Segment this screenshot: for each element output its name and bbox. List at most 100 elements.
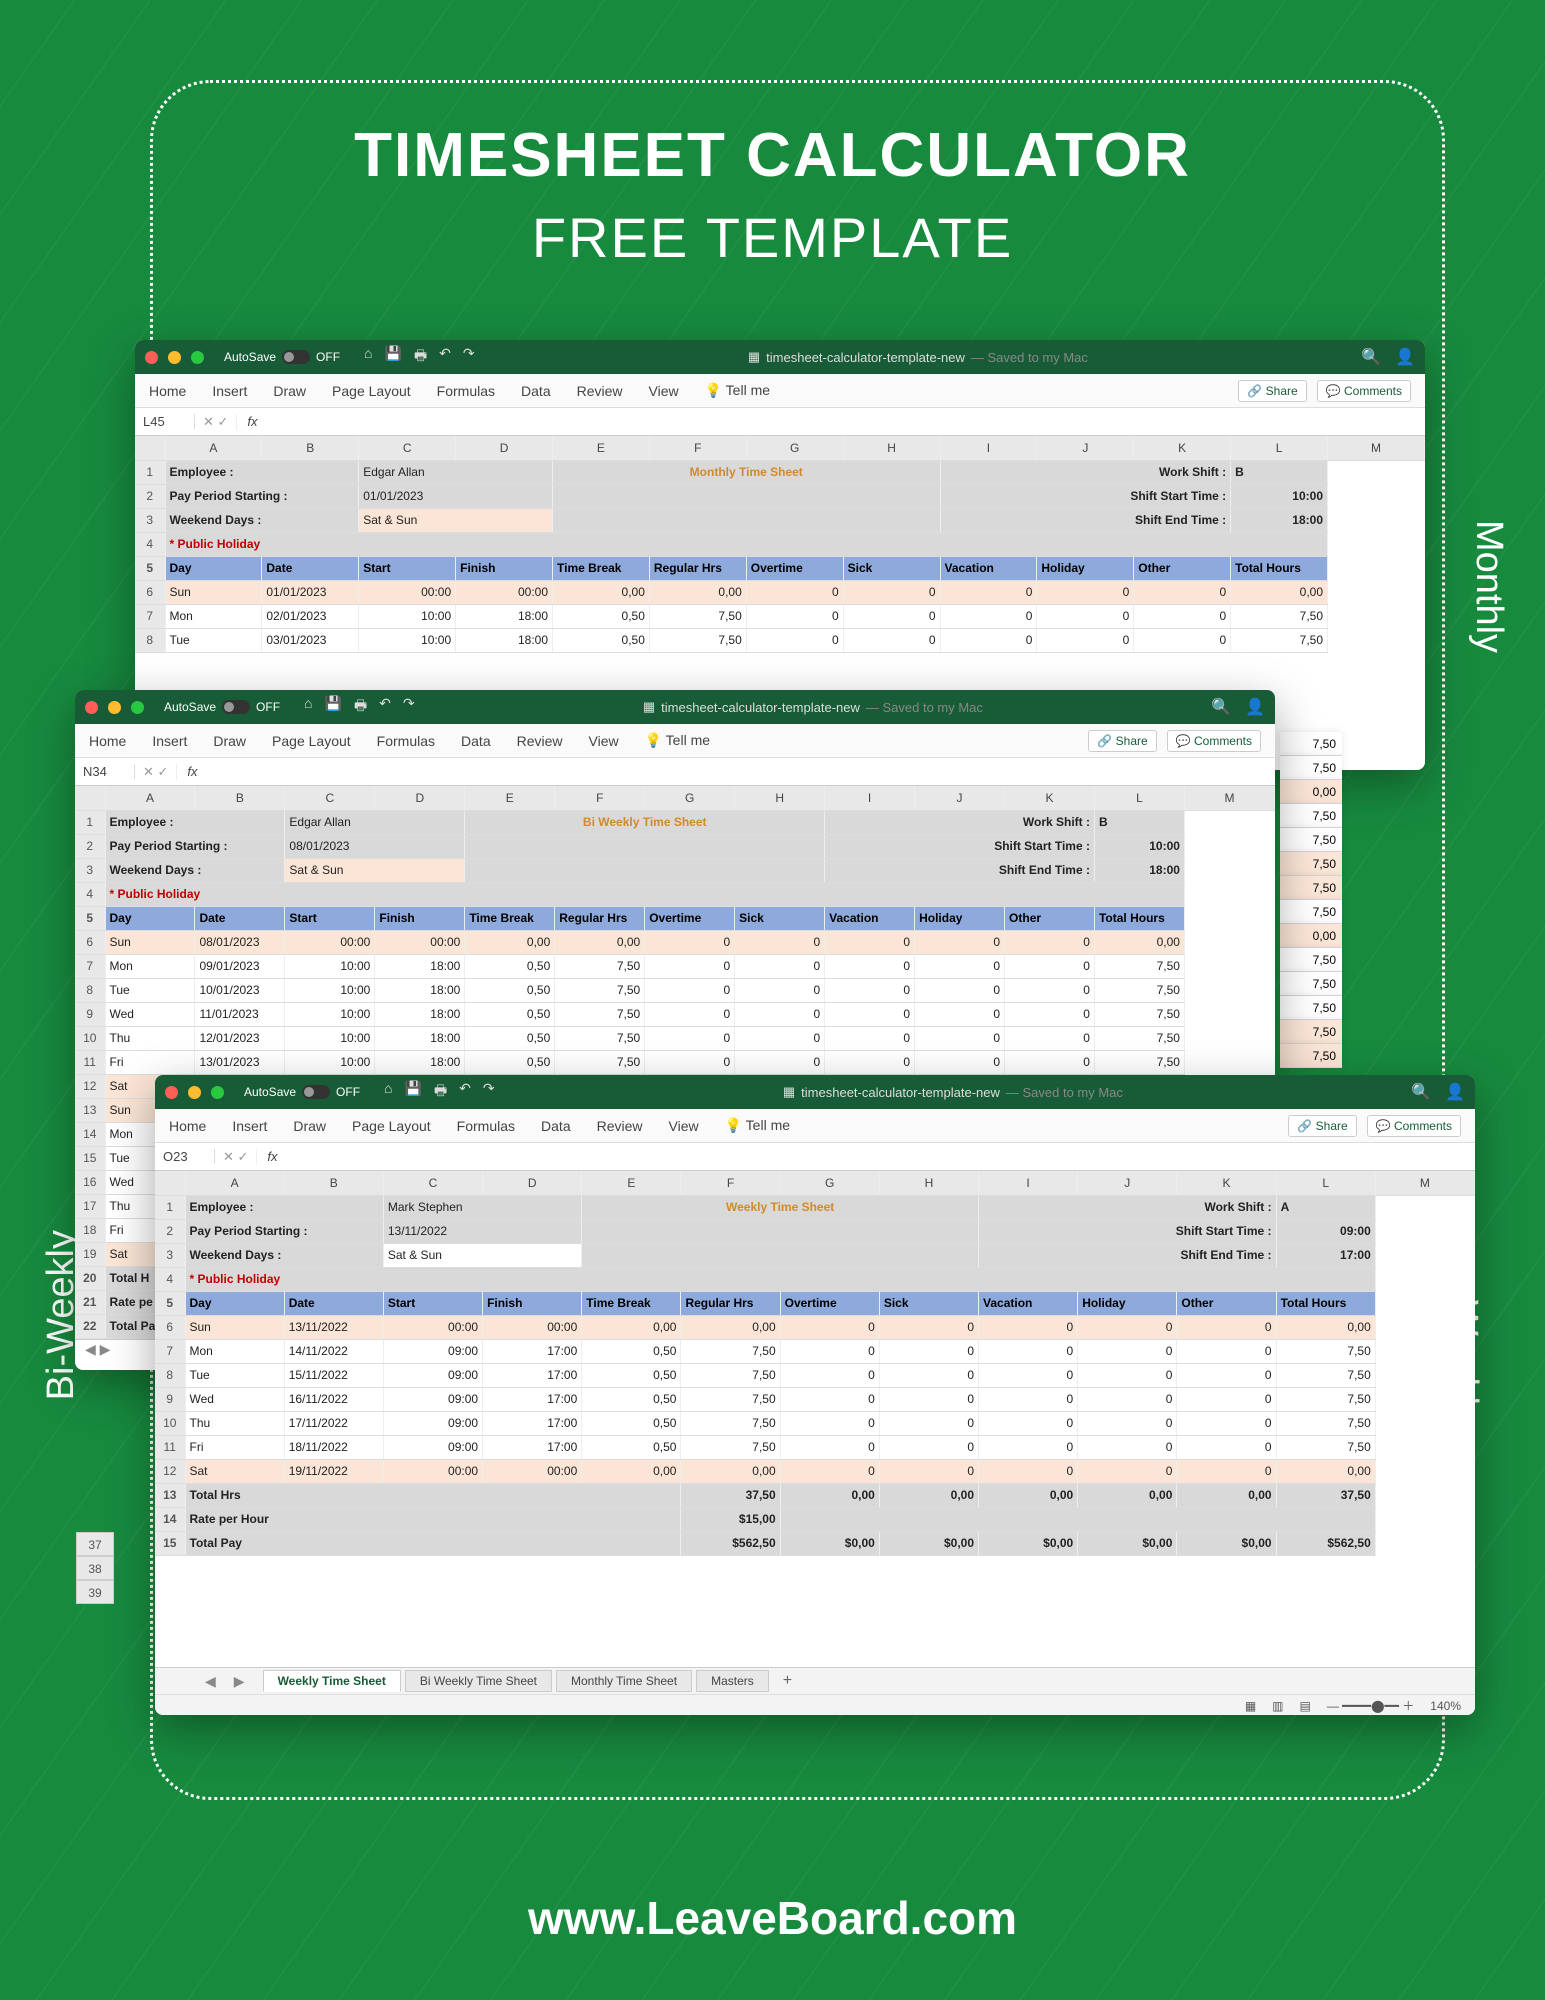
close-icon[interactable] bbox=[145, 351, 158, 364]
view-break-icon[interactable]: ▤ bbox=[1300, 1699, 1311, 1713]
column-header[interactable]: L bbox=[1276, 1171, 1375, 1195]
column-header[interactable]: J bbox=[915, 786, 1005, 810]
column-header[interactable]: K bbox=[1177, 1171, 1276, 1195]
table-row[interactable]: 6Sun08/01/202300:0000:000,000,00000000,0… bbox=[75, 930, 1275, 954]
table-row[interactable]: 7Mon02/01/202310:0018:000,507,50000007,5… bbox=[135, 604, 1425, 628]
undo-icon[interactable]: ↶ bbox=[379, 695, 391, 719]
user-icon[interactable]: 👤 bbox=[1445, 1082, 1465, 1102]
user-icon[interactable]: 👤 bbox=[1395, 347, 1415, 367]
column-header[interactable]: J bbox=[1078, 1171, 1177, 1195]
table-row[interactable]: 6Sun13/11/202200:0000:000,000,00000000,0… bbox=[155, 1315, 1475, 1339]
column-header[interactable]: A bbox=[165, 436, 262, 460]
column-header[interactable]: G bbox=[645, 786, 735, 810]
ribbon-tab-view[interactable]: View bbox=[589, 733, 619, 749]
print-icon[interactable]: 🖶 bbox=[354, 695, 367, 719]
sheet-tab-monthly-time-sheet[interactable]: Monthly Time Sheet bbox=[556, 1670, 692, 1692]
comments-button[interactable]: 💬 Comments bbox=[1167, 730, 1261, 752]
home-icon[interactable]: ⌂ bbox=[364, 345, 372, 369]
row-gutter[interactable]: 38 bbox=[76, 1556, 114, 1580]
column-header[interactable]: A bbox=[185, 1171, 284, 1195]
table-row[interactable]: 10Thu17/11/202209:0017:000,507,50000007,… bbox=[155, 1411, 1475, 1435]
add-sheet-button[interactable]: + bbox=[773, 1672, 802, 1690]
view-layout-icon[interactable]: ▥ bbox=[1272, 1699, 1283, 1713]
column-header[interactable]: B bbox=[262, 436, 359, 460]
cell-total[interactable]: 7,50 bbox=[1280, 1020, 1342, 1044]
column-header[interactable]: H bbox=[843, 436, 940, 460]
name-box[interactable]: N34 bbox=[75, 764, 135, 779]
ribbon-tab-formulas[interactable]: Formulas bbox=[377, 733, 435, 749]
ribbon-tab-formulas[interactable]: Formulas bbox=[437, 383, 495, 399]
sheet-tab-weekly-time-sheet[interactable]: Weekly Time Sheet bbox=[263, 1670, 401, 1692]
table-row[interactable]: 12Sat19/11/202200:0000:000,000,00000000,… bbox=[155, 1459, 1475, 1483]
cell-total[interactable]: 7,50 bbox=[1280, 876, 1342, 900]
column-header[interactable]: M bbox=[1375, 1171, 1474, 1195]
nav-left-icon[interactable]: ◀ bbox=[85, 1341, 96, 1358]
maximize-icon[interactable] bbox=[131, 701, 144, 714]
cell-total[interactable]: 7,50 bbox=[1280, 804, 1342, 828]
home-icon[interactable]: ⌂ bbox=[304, 695, 312, 719]
ribbon-tab-draw[interactable]: Draw bbox=[273, 383, 306, 399]
minimize-icon[interactable] bbox=[108, 701, 121, 714]
ribbon-tab-view[interactable]: View bbox=[669, 1118, 699, 1134]
cell-total[interactable]: 7,50 bbox=[1280, 828, 1342, 852]
undo-icon[interactable]: ↶ bbox=[439, 345, 451, 369]
autosave-toggle[interactable] bbox=[282, 350, 310, 364]
tell-me[interactable]: 💡 Tell me bbox=[725, 1117, 790, 1134]
ribbon-tab-draw[interactable]: Draw bbox=[213, 733, 246, 749]
close-icon[interactable] bbox=[165, 1086, 178, 1099]
name-box[interactable]: L45 bbox=[135, 414, 195, 429]
view-normal-icon[interactable]: ▦ bbox=[1245, 1699, 1256, 1713]
search-icon[interactable]: 🔍 bbox=[1211, 697, 1231, 717]
table-row[interactable]: 7Mon14/11/202209:0017:000,507,50000007,5… bbox=[155, 1339, 1475, 1363]
table-row[interactable]: 10Thu12/01/202310:0018:000,507,50000007,… bbox=[75, 1026, 1275, 1050]
redo-icon[interactable]: ↷ bbox=[483, 1080, 495, 1104]
column-header[interactable]: C bbox=[359, 436, 456, 460]
ribbon-tab-insert[interactable]: Insert bbox=[212, 383, 247, 399]
fx-cancel-icon[interactable]: ✕ ✓ bbox=[195, 414, 237, 430]
ribbon-tab-page-layout[interactable]: Page Layout bbox=[272, 733, 351, 749]
cell-total[interactable]: 0,00 bbox=[1280, 780, 1342, 804]
column-header[interactable]: B bbox=[195, 786, 285, 810]
column-header[interactable]: F bbox=[555, 786, 645, 810]
redo-icon[interactable]: ↷ bbox=[403, 695, 415, 719]
column-header[interactable]: H bbox=[735, 786, 825, 810]
column-header[interactable]: B bbox=[284, 1171, 383, 1195]
table-row[interactable]: 11Fri18/11/202209:0017:000,507,50000007,… bbox=[155, 1435, 1475, 1459]
tell-me[interactable]: 💡 Tell me bbox=[705, 382, 770, 399]
name-box[interactable]: O23 bbox=[155, 1149, 215, 1164]
undo-icon[interactable]: ↶ bbox=[459, 1080, 471, 1104]
column-header[interactable]: C bbox=[383, 1171, 482, 1195]
share-button[interactable]: 🔗 Share bbox=[1238, 380, 1306, 402]
sheet-tab-masters[interactable]: Masters bbox=[696, 1670, 769, 1692]
column-header[interactable]: F bbox=[681, 1171, 780, 1195]
row-gutter[interactable]: 39 bbox=[76, 1580, 114, 1604]
cell-total[interactable]: 7,50 bbox=[1280, 732, 1342, 756]
ribbon-tab-data[interactable]: Data bbox=[461, 733, 491, 749]
column-header[interactable]: G bbox=[780, 1171, 879, 1195]
cell-total[interactable]: 0,00 bbox=[1280, 924, 1342, 948]
spreadsheet-grid[interactable]: ABCDEFGHIJKLM 1Employee :Edgar AllanMont… bbox=[135, 436, 1425, 653]
nav-left-icon[interactable]: ◀ bbox=[205, 1673, 230, 1690]
close-icon[interactable] bbox=[85, 701, 98, 714]
ribbon-tab-page-layout[interactable]: Page Layout bbox=[352, 1118, 431, 1134]
column-header[interactable]: D bbox=[456, 436, 553, 460]
column-header[interactable]: F bbox=[649, 436, 746, 460]
nav-right-icon[interactable]: ▶ bbox=[234, 1673, 259, 1690]
cell-total[interactable]: 7,50 bbox=[1280, 996, 1342, 1020]
ribbon-tab-data[interactable]: Data bbox=[541, 1118, 571, 1134]
column-header[interactable]: D bbox=[483, 1171, 582, 1195]
column-header[interactable]: L bbox=[1094, 786, 1184, 810]
nav-right-icon[interactable]: ▶ bbox=[100, 1341, 111, 1358]
user-icon[interactable]: 👤 bbox=[1245, 697, 1265, 717]
column-header[interactable]: K bbox=[1134, 436, 1231, 460]
maximize-icon[interactable] bbox=[211, 1086, 224, 1099]
share-button[interactable]: 🔗 Share bbox=[1088, 730, 1156, 752]
ribbon-tab-review[interactable]: Review bbox=[577, 383, 623, 399]
zoom-slider[interactable]: — ━━━━⬤━━ ＋ bbox=[1327, 1697, 1414, 1714]
search-icon[interactable]: 🔍 bbox=[1411, 1082, 1431, 1102]
redo-icon[interactable]: ↷ bbox=[463, 345, 475, 369]
column-header[interactable]: I bbox=[940, 436, 1037, 460]
search-icon[interactable]: 🔍 bbox=[1361, 347, 1381, 367]
column-header[interactable] bbox=[155, 1171, 185, 1195]
column-header[interactable]: L bbox=[1231, 436, 1328, 460]
